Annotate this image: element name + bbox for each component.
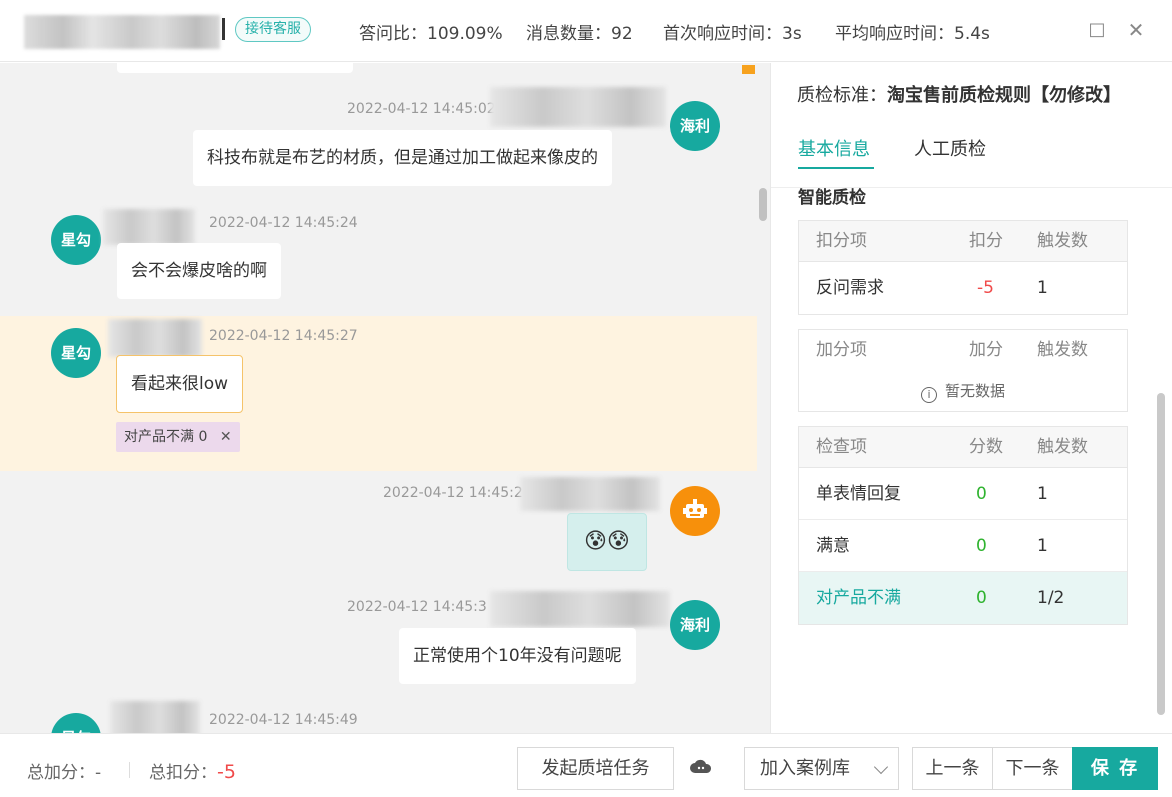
service-tag: 接待客服 bbox=[235, 17, 311, 42]
customer-name-blurred bbox=[24, 15, 220, 49]
message-timestamp: 2022-04-12 14:45:24 bbox=[209, 215, 358, 231]
row-count: 1 bbox=[1037, 278, 1048, 298]
table-row[interactable]: 单表情回复 0 1 bbox=[799, 468, 1127, 520]
row-score: 0 bbox=[976, 484, 987, 504]
stat-first-response: 首次响应时间：3s bbox=[663, 24, 802, 44]
row-item: 满意 bbox=[816, 536, 850, 556]
message-timestamp: 2022-04-12 14:45:02 bbox=[347, 101, 496, 117]
empty-state: i 暂无数据 bbox=[799, 371, 1127, 411]
prev-button[interactable]: 上一条 bbox=[912, 747, 993, 790]
start-training-button[interactable]: 发起质培任务 bbox=[517, 747, 674, 790]
avatar-haili: 海利 bbox=[670, 600, 720, 650]
tag-close-icon[interactable]: ✕ bbox=[220, 429, 232, 445]
row-score: 0 bbox=[976, 536, 987, 556]
message-bubble: 会不会爆皮啥的啊 bbox=[117, 243, 281, 299]
row-count: 1 bbox=[1037, 536, 1048, 556]
standard-label: 质检标准： bbox=[797, 85, 887, 106]
info-icon: i bbox=[920, 387, 937, 403]
check-table: 检查项 分数 触发数 单表情回复 0 1 满意 0 1 对产品不满 0 1/2 bbox=[798, 426, 1128, 625]
message-bubble-partial bbox=[117, 63, 353, 73]
message-timestamp: 2022-04-12 14:45:2 bbox=[383, 485, 523, 501]
row-count: 1/2 bbox=[1037, 588, 1065, 608]
deduct-table: 扣分项 扣分 触发数 反问需求 -5 1 bbox=[798, 220, 1128, 315]
table-header: 扣分项 扣分 触发数 bbox=[799, 221, 1127, 262]
message-bubble-flagged: 看起来很low bbox=[116, 355, 244, 413]
robot-icon bbox=[683, 499, 707, 518]
position-marker bbox=[742, 65, 755, 74]
empty-text: 暂无数据 bbox=[944, 382, 1005, 400]
divider bbox=[129, 762, 130, 778]
header-count: 触发数 bbox=[1037, 437, 1088, 457]
sender-name-blurred bbox=[490, 87, 666, 127]
row-score: 0 bbox=[976, 588, 987, 608]
header-count: 触发数 bbox=[1037, 340, 1088, 360]
sender-name-blurred bbox=[520, 477, 660, 511]
header-count: 触发数 bbox=[1037, 231, 1088, 251]
message-bubble-emoji: 😰😰 bbox=[567, 513, 647, 571]
message-timestamp: 2022-04-12 14:45:3 bbox=[347, 599, 487, 615]
total-add: 总加分：- bbox=[27, 763, 102, 783]
name-cursor-bar bbox=[222, 18, 225, 40]
case-library-select[interactable]: 加入案例库 bbox=[744, 747, 899, 790]
message-bubble: 科技布就是布艺的材质，但是通过加工做起来像皮的 bbox=[193, 130, 612, 186]
sender-name-blurred bbox=[490, 591, 670, 627]
table-row-selected[interactable]: 对产品不满 0 1/2 bbox=[799, 572, 1127, 624]
tab-basic-info[interactable]: 基本信息 bbox=[798, 135, 870, 161]
chat-scrollbar[interactable] bbox=[759, 188, 767, 221]
cloud-upload-icon[interactable] bbox=[690, 758, 712, 776]
quality-standard: 质检标准：淘宝售前质检规则【勿修改】 bbox=[797, 81, 1121, 107]
avatar-haili: 海利 bbox=[670, 101, 720, 151]
sender-name-blurred bbox=[103, 209, 195, 245]
header-score: 扣分 bbox=[969, 231, 1003, 251]
table-row[interactable]: 满意 0 1 bbox=[799, 520, 1127, 572]
total-deduct: 总扣分：-5 bbox=[149, 761, 236, 783]
avatar-xinggou: 星勾 bbox=[51, 713, 101, 733]
header-score: 加分 bbox=[969, 340, 1003, 360]
quality-panel: 质检标准：淘宝售前质检规则【勿修改】 基本信息 人工质检 智能质检 扣分项 扣分… bbox=[770, 63, 1172, 733]
maximize-icon[interactable]: □ bbox=[1087, 20, 1107, 40]
header-item: 检查项 bbox=[816, 437, 867, 457]
stat-answer-ratio: 答问比：109.09% bbox=[359, 24, 503, 44]
bonus-table: 加分项 加分 触发数 i 暂无数据 bbox=[798, 329, 1128, 412]
table-header: 加分项 加分 触发数 bbox=[799, 330, 1127, 371]
sender-name-blurred bbox=[108, 319, 202, 357]
header-item: 加分项 bbox=[816, 340, 867, 360]
next-button[interactable]: 下一条 bbox=[992, 747, 1073, 790]
avatar-xinggou: 星勾 bbox=[51, 215, 101, 265]
standard-value: 淘宝售前质检规则【勿修改】 bbox=[887, 85, 1121, 106]
message-timestamp: 2022-04-12 14:45:49 bbox=[209, 712, 358, 728]
active-tab-indicator bbox=[798, 167, 874, 169]
avatar-xinggou: 星勾 bbox=[51, 328, 101, 378]
chevron-down-icon bbox=[873, 759, 889, 775]
table-row[interactable]: 反问需求 -5 1 bbox=[799, 262, 1127, 314]
stat-message-count: 消息数量：92 bbox=[526, 24, 633, 44]
message-bubble: 正常使用个10年没有问题呢 bbox=[399, 628, 636, 684]
avatar-bot bbox=[670, 486, 720, 536]
tab-manual-check[interactable]: 人工质检 bbox=[914, 135, 986, 161]
message-timestamp: 2022-04-12 14:45:27 bbox=[209, 328, 358, 344]
row-score: -5 bbox=[977, 278, 994, 298]
row-item: 单表情回复 bbox=[816, 484, 901, 504]
close-icon[interactable]: ✕ bbox=[1126, 20, 1146, 40]
header-item: 扣分项 bbox=[816, 231, 867, 251]
stat-avg-response: 平均响应时间：5.4s bbox=[835, 24, 990, 44]
header-bar: 接待客服 答问比：109.09% 消息数量：92 首次响应时间：3s 平均响应时… bbox=[0, 0, 1172, 62]
section-title: 智能质检 bbox=[798, 188, 866, 208]
panel-scrollbar[interactable] bbox=[1157, 393, 1165, 715]
row-item: 对产品不满 bbox=[816, 588, 901, 608]
sender-name-blurred bbox=[110, 701, 200, 733]
footer-bar: 总加分：- 总扣分：-5 发起质培任务 加入案例库 上一条 下一条 保 存 bbox=[0, 733, 1172, 797]
table-header: 检查项 分数 触发数 bbox=[799, 427, 1127, 468]
issue-tag[interactable]: 对产品不满 0 ✕ bbox=[116, 422, 240, 452]
row-item: 反问需求 bbox=[816, 278, 884, 298]
save-button[interactable]: 保 存 bbox=[1072, 747, 1158, 790]
chat-area[interactable]: 2022-04-12 14:45:02 海利 科技布就是布艺的材质，但是通过加工… bbox=[0, 63, 770, 733]
row-count: 1 bbox=[1037, 484, 1048, 504]
issue-tag-label: 对产品不满 0 bbox=[124, 429, 208, 445]
header-score: 分数 bbox=[969, 437, 1003, 457]
case-library-label: 加入案例库 bbox=[760, 758, 850, 779]
